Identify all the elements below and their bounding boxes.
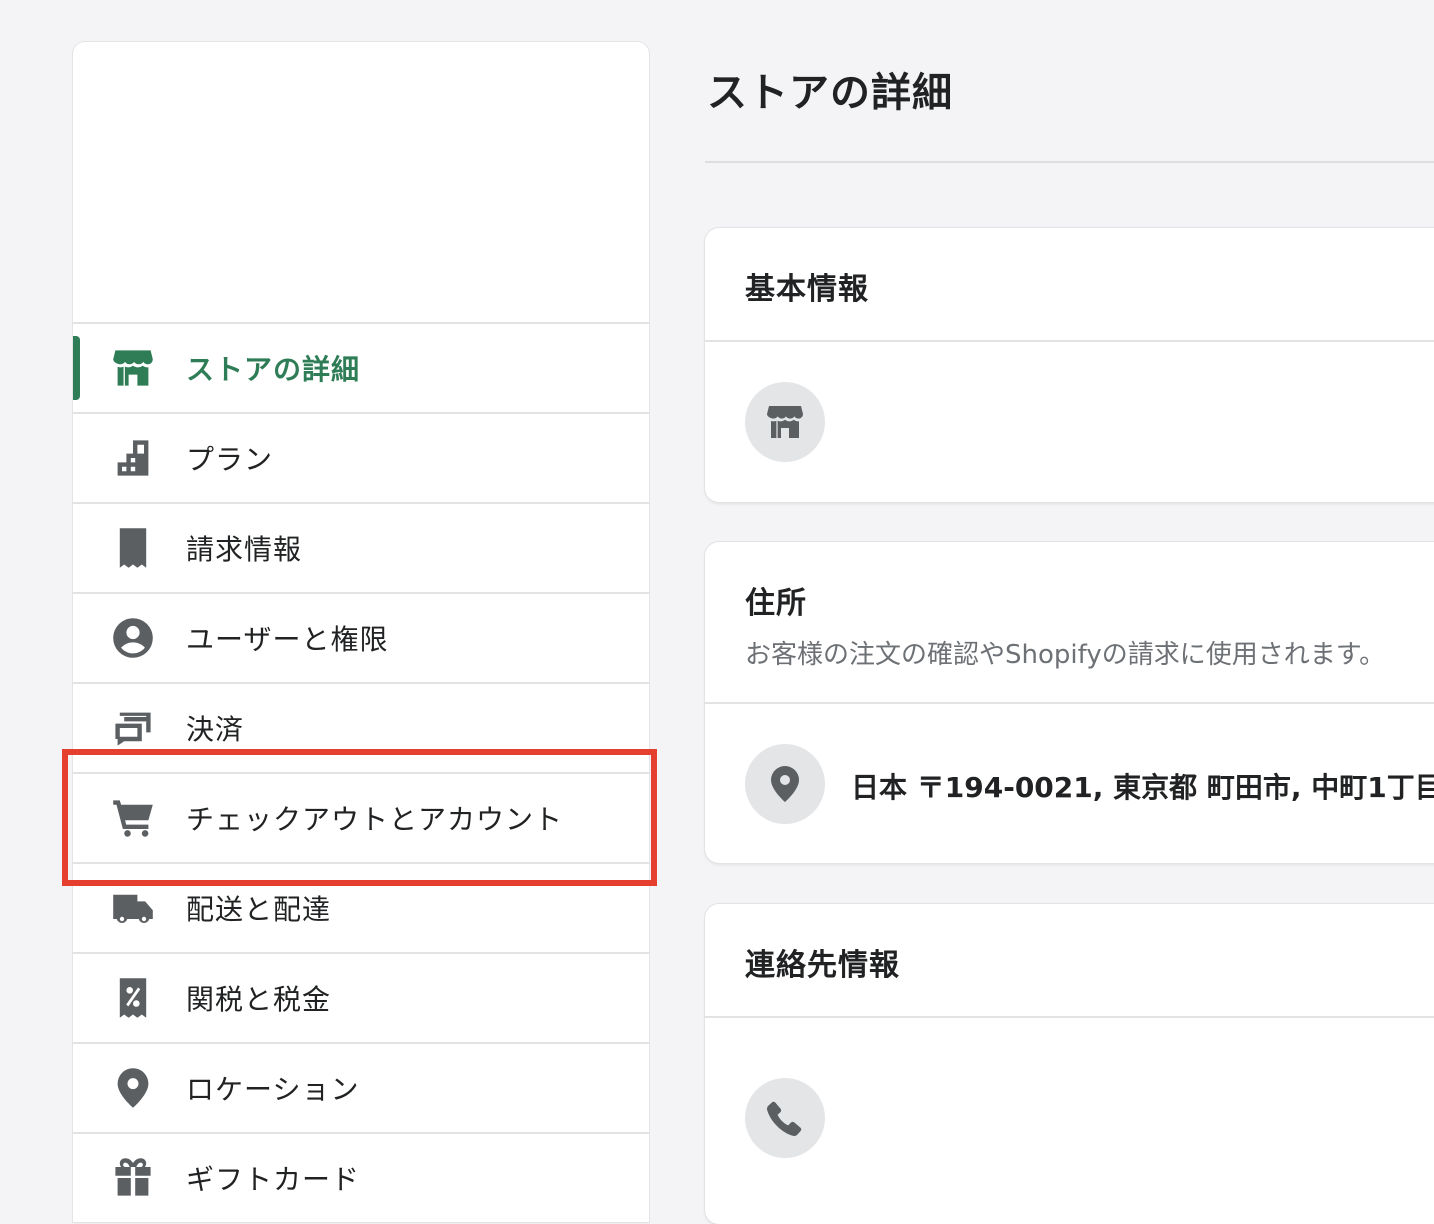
phone-icon: [766, 1101, 802, 1137]
store-icon: [111, 346, 155, 390]
card-header: 住所 お客様の注文の確認やShopifyの請求に使用されます。: [705, 542, 1434, 704]
phone-avatar: [745, 1078, 825, 1158]
location-icon: [111, 1066, 155, 1110]
billing-icon: [111, 526, 155, 570]
payment-icon: [111, 706, 155, 750]
sidebar-item-plan[interactable]: プラン: [73, 414, 649, 504]
card-title: 基本情報: [745, 272, 869, 307]
sidebar-item-label: ロケーション: [186, 1073, 360, 1106]
sidebar-item-label: プラン: [186, 443, 274, 476]
card-title: 住所: [745, 586, 807, 621]
location-icon: [771, 766, 799, 802]
sidebar-item-taxes[interactable]: 関税と税金: [73, 954, 649, 1044]
sidebar-item-label: ユーザーと権限: [186, 623, 389, 656]
sidebar-item-payments[interactable]: 決済: [73, 684, 649, 774]
sidebar-item-label: 請求情報: [186, 533, 303, 566]
sidebar-item-users[interactable]: ユーザーと権限: [73, 594, 649, 684]
page-title: ストアの詳細: [707, 70, 953, 116]
cart-icon: [111, 796, 155, 840]
card-subtitle: お客様の注文の確認やShopifyの請求に使用されます。: [745, 640, 1386, 670]
sidebar-item-label: 配送と配達: [186, 893, 332, 926]
sidebar-item-label: ギフトカード: [186, 1163, 361, 1196]
sidebar-item-locations[interactable]: ロケーション: [73, 1044, 649, 1134]
settings-sidebar: ストアの詳細 プラン 請求情報 ユーザーと権限 決済 チェックアウトとアカウント: [73, 42, 649, 1222]
sidebar-item-store-details[interactable]: ストアの詳細: [73, 324, 649, 414]
plan-icon: [111, 436, 155, 480]
store-icon: [767, 406, 803, 438]
store-address[interactable]: 日本 〒194-0021, 東京都 町田市, 中町1丁目4番: [851, 766, 1434, 806]
sidebar-item-checkout[interactable]: チェックアウトとアカウント: [73, 774, 649, 864]
sidebar-item-shipping[interactable]: 配送と配達: [73, 864, 649, 954]
basic-info-card: 基本情報: [705, 228, 1434, 502]
card-header: 連絡先情報: [705, 904, 1434, 1018]
gift-icon: [111, 1156, 155, 1200]
address-card: 住所 お客様の注文の確認やShopifyの請求に使用されます。 日本 〒194-…: [705, 542, 1434, 863]
sidebar-item-gift-cards[interactable]: ギフトカード: [73, 1134, 649, 1222]
truck-icon: [111, 886, 155, 930]
location-avatar: [745, 744, 825, 824]
sidebar-item-billing[interactable]: 請求情報: [73, 504, 649, 594]
card-title: 連絡先情報: [745, 948, 900, 983]
card-header: 基本情報: [705, 228, 1434, 342]
store-avatar: [745, 382, 825, 462]
sidebar-item-label: 関税と税金: [186, 983, 332, 1016]
sidebar-header: [73, 42, 649, 324]
contact-card: 連絡先情報: [705, 904, 1434, 1224]
sidebar-item-label: チェックアウトとアカウント: [186, 803, 564, 836]
title-divider: [705, 161, 1434, 163]
tax-icon: [111, 976, 155, 1020]
sidebar-item-label: 決済: [186, 713, 245, 746]
user-icon: [111, 616, 155, 660]
sidebar-item-label: ストアの詳細: [186, 353, 361, 386]
